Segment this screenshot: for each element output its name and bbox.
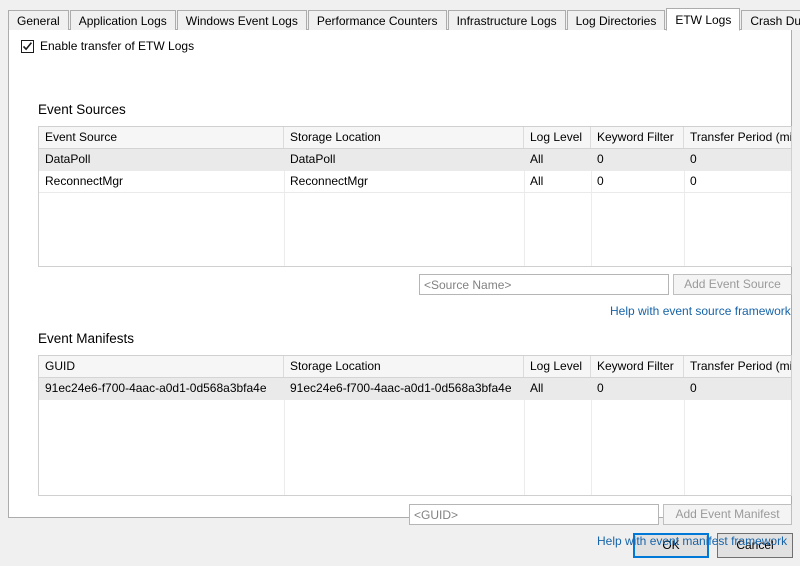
tab-crash-dumps[interactable]: Crash Dumps — [741, 10, 800, 30]
tab-infrastructure-logs[interactable]: Infrastructure Logs — [447, 10, 566, 30]
column-header[interactable]: Keyword Filter — [591, 127, 684, 148]
tab-log-directories[interactable]: Log Directories — [566, 10, 666, 30]
event-sources-grid[interactable]: Event Source Storage Location Log Level Key… — [38, 126, 792, 267]
column-header[interactable]: Log Level — [524, 127, 591, 148]
table-cell: 0 — [597, 152, 604, 166]
table-cell: ReconnectMgr — [45, 174, 124, 188]
enable-etw-transfer-checkbox[interactable]: Enable transfer of ETW Logs — [21, 39, 194, 53]
column-header[interactable]: Storage Location — [284, 356, 524, 377]
add-event-manifest-button[interactable]: Add Event Manifest — [663, 504, 792, 525]
table-cell: All — [530, 174, 544, 188]
table-cell: 0 — [690, 152, 697, 166]
tab-page-etw-logs: Enable transfer of ETW Logs Event Source… — [8, 29, 792, 548]
event-sources-heading: Event Sources — [38, 102, 126, 117]
table-cell: DataPoll — [290, 152, 336, 166]
event-manifests-grid-body[interactable]: 91ec24e6-f700-4aac-a0d1-0d568a3bfa4e 91ec… — [39, 378, 791, 400]
column-header[interactable]: Keyword Filter — [591, 356, 684, 377]
table-row[interactable]: 91ec24e6-f700-4aac-a0d1-0d568a3bfa4e 91ec… — [39, 378, 791, 400]
tab-performance-counters[interactable]: Performance Counters — [307, 10, 447, 30]
table-cell: DataPoll — [45, 152, 91, 166]
table-cell: All — [530, 381, 544, 395]
column-header[interactable]: Transfer Period (min) — [684, 127, 791, 148]
guid-input[interactable] — [409, 504, 659, 525]
table-cell: 0 — [690, 381, 697, 395]
column-header[interactable]: Log Level — [524, 356, 591, 377]
table-cell: 91ec24e6-f700-4aac-a0d1-0d568a3bfa4e — [290, 381, 512, 395]
add-event-source-button[interactable]: Add Event Source — [673, 274, 792, 295]
event-sources-grid-body[interactable]: DataPoll DataPoll All 0 0 ReconnectMgr Reconne… — [39, 149, 791, 193]
event-manifests-grid-header: GUID Storage Location Log Level Keyword Fil… — [39, 356, 791, 378]
tab-windows-event-logs[interactable]: Windows Event Logs — [176, 10, 307, 30]
table-cell: ReconnectMgr — [290, 174, 369, 188]
event-source-help-link[interactable]: Help with event source framework — [610, 304, 791, 318]
event-manifests-heading: Event Manifests — [38, 331, 135, 346]
table-cell: 0 — [597, 174, 604, 188]
table-cell: 0 — [597, 381, 604, 395]
column-header[interactable]: Storage Location — [284, 127, 524, 148]
column-header[interactable]: Event Source — [39, 127, 284, 148]
event-sources-grid-header: Event Source Storage Location Log Level Key… — [39, 127, 791, 149]
enable-etw-transfer-label: Enable transfer of ETW Logs — [40, 39, 195, 53]
tab-application-logs[interactable]: Application Logs — [69, 10, 176, 30]
tab-etw-logs[interactable]: ETW Logs — [666, 8, 741, 31]
column-header[interactable]: Transfer Period (min) — [684, 356, 791, 377]
source-name-input[interactable] — [419, 274, 669, 295]
checkbox-box[interactable] — [21, 39, 34, 53]
checkmark-icon — [22, 41, 33, 50]
table-cell: All — [530, 152, 544, 166]
event-manifest-help-link[interactable]: Help with event manifest framework — [597, 534, 787, 548]
table-cell: 0 — [690, 174, 697, 188]
etw-logs-settings-dialog: General Application Logs Windows Event Log… — [0, 0, 800, 566]
table-row[interactable]: DataPoll DataPoll All 0 0 — [39, 149, 791, 171]
event-manifests-grid[interactable]: GUID Storage Location Log Level Keyword Fil… — [38, 355, 792, 496]
table-row[interactable]: ReconnectMgr ReconnectMgr All 0 0 — [39, 171, 791, 193]
tab-strip: General Application Logs Windows Event Log… — [8, 8, 800, 31]
table-cell: 91ec24e6-f700-4aac-a0d1-0d568a3bfa4e — [45, 381, 267, 395]
tab-general[interactable]: General — [8, 10, 69, 30]
column-header[interactable]: GUID — [39, 356, 284, 377]
